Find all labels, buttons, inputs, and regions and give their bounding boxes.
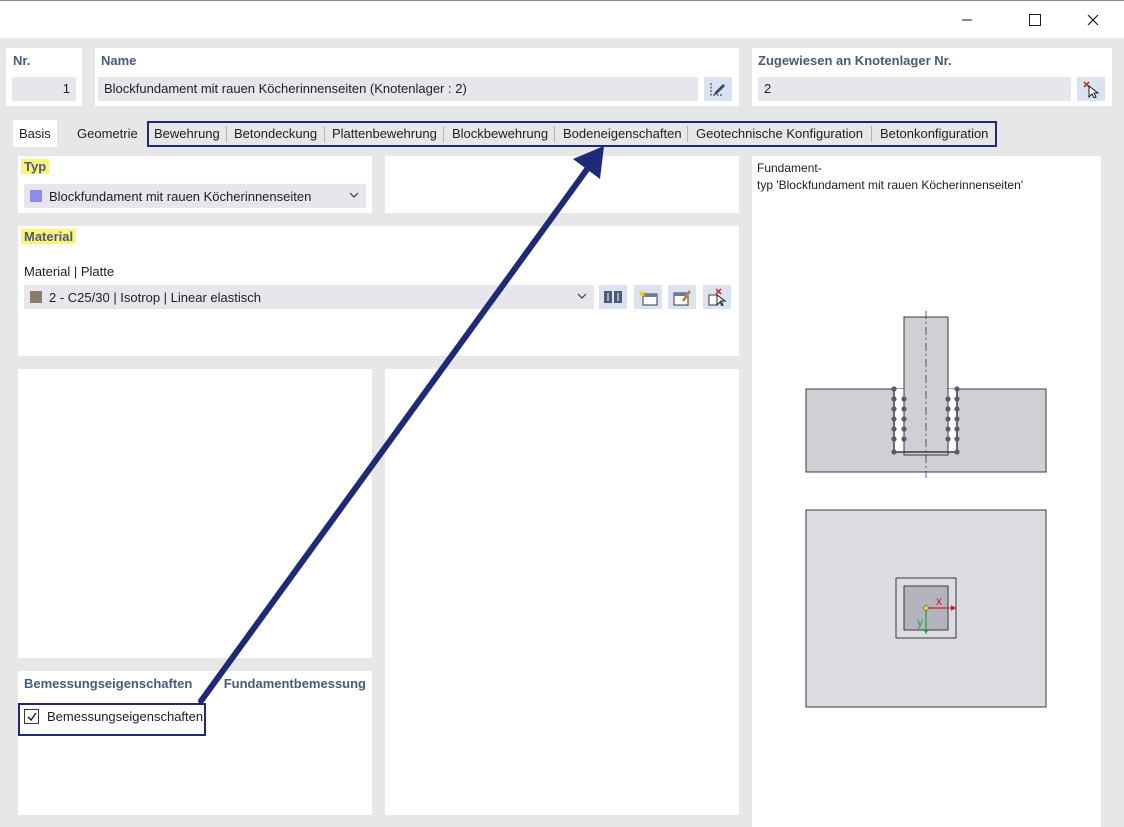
maximize-icon — [1029, 13, 1041, 26]
minimize-button[interactable] — [944, 1, 990, 38]
title-bar — [0, 0, 1124, 38]
close-button[interactable] — [1070, 1, 1116, 38]
maximize-button[interactable] — [1012, 1, 1058, 38]
dialog-body: Nr. 1 Name Blockfundament mit rauen Köch… — [0, 38, 1124, 827]
minimize-icon — [962, 19, 972, 20]
annotation-arrow — [198, 146, 604, 704]
close-icon — [1087, 14, 1099, 25]
